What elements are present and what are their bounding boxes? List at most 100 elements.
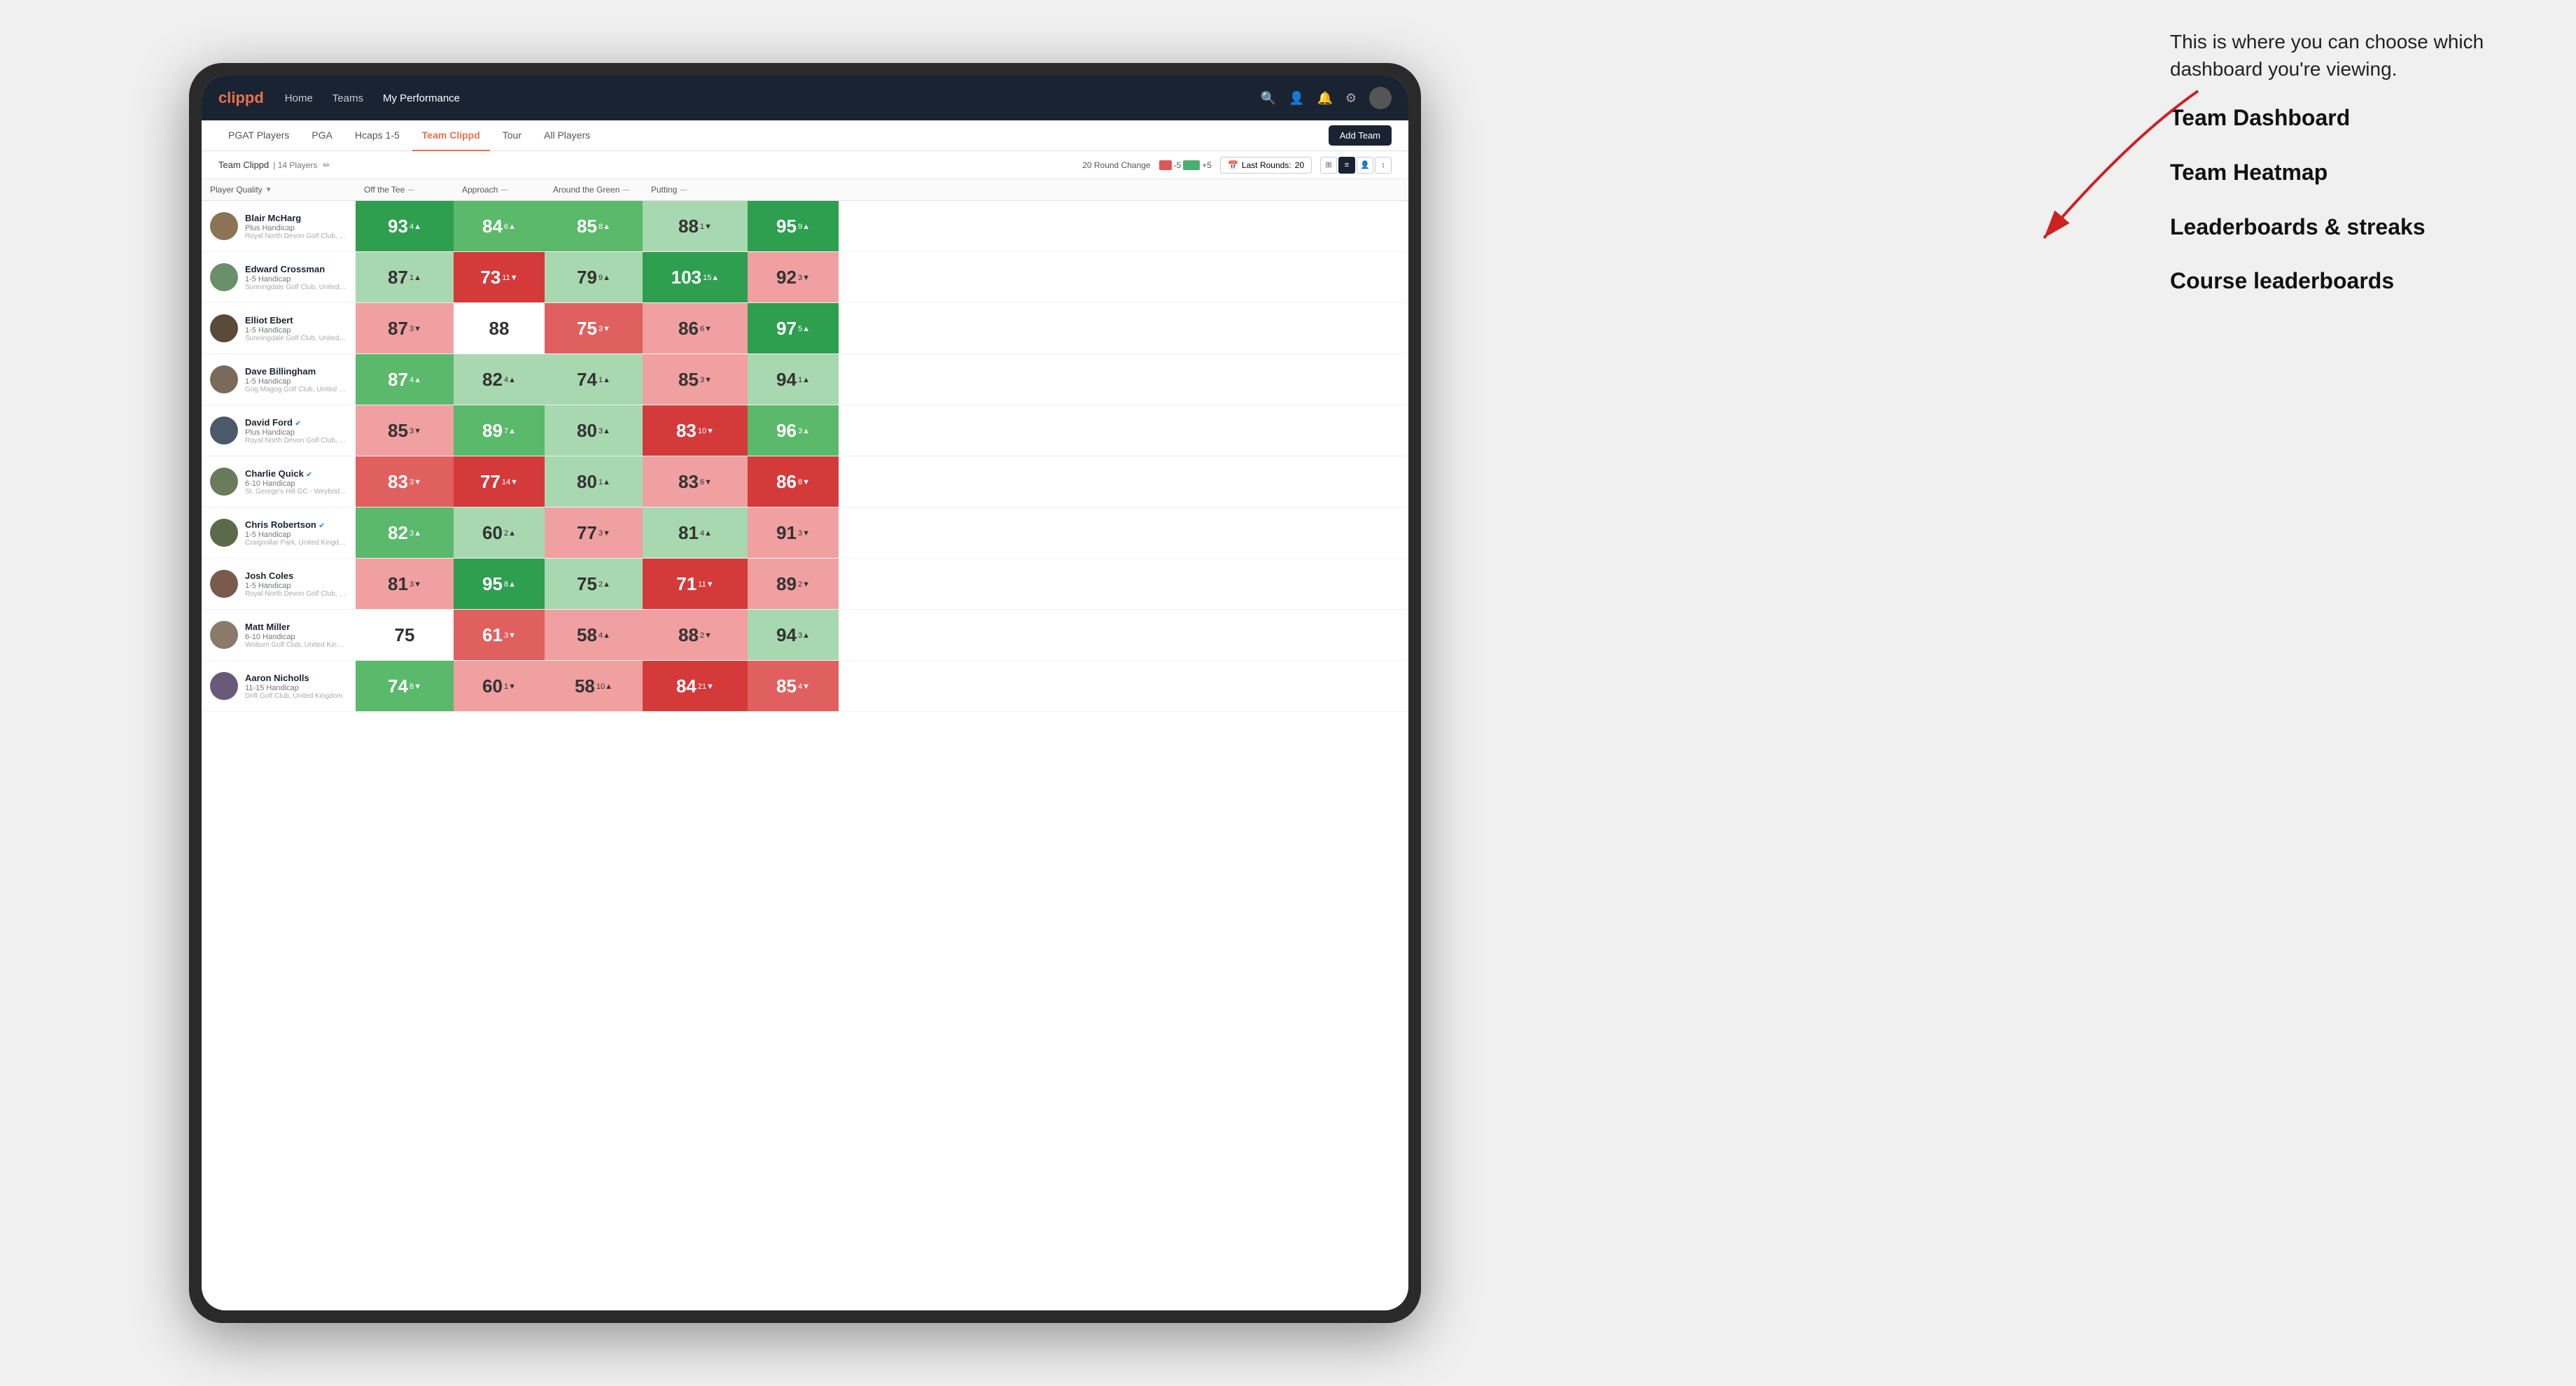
view-grid-icon[interactable]: ⊞ xyxy=(1320,157,1337,174)
col-header-player[interactable]: Player Quality ▼ xyxy=(202,179,356,200)
score-change: 2▲ xyxy=(504,530,516,538)
col-header-around[interactable]: Around the Green — xyxy=(545,179,643,200)
score-number: 95 xyxy=(482,573,503,595)
score-number: 60 xyxy=(482,522,503,544)
col-putting-arrow: — xyxy=(680,186,687,194)
tab-team-clippd[interactable]: Team Clippd xyxy=(412,120,490,151)
score-change: 4▲ xyxy=(410,377,421,384)
score-change: 10▼ xyxy=(698,428,714,435)
avatar xyxy=(210,672,238,700)
score-change: 4▲ xyxy=(410,223,421,231)
player-name: Josh Coles xyxy=(245,570,347,581)
score-change: 6▼ xyxy=(700,479,712,486)
player-info[interactable]: Charlie Quick ✔6-10 HandicapSt. George's… xyxy=(202,456,356,507)
player-name: Blair McHarg xyxy=(245,213,347,223)
avatar[interactable] xyxy=(1369,87,1392,109)
edit-icon[interactable]: ✏ xyxy=(323,160,330,170)
tab-right: Add Team xyxy=(1329,125,1392,146)
score-cell: 7111▼ xyxy=(643,559,748,609)
profile-icon[interactable]: 👤 xyxy=(1289,91,1304,106)
score-number: 103 xyxy=(671,267,701,288)
col-around-arrow: — xyxy=(622,186,629,194)
score-inner: 833▼ xyxy=(356,456,454,507)
change-val: 3▲ xyxy=(598,428,610,435)
player-handicap: 1-5 Handicap xyxy=(245,582,347,590)
change-val: 9▲ xyxy=(598,274,610,282)
nav-link-myperformance[interactable]: My Performance xyxy=(383,92,460,104)
change-val: 8▼ xyxy=(410,683,421,691)
score-change: 8▲ xyxy=(504,581,516,589)
change-val: 4▲ xyxy=(410,377,421,384)
col-header-tee[interactable]: Off the Tee — xyxy=(356,179,454,200)
player-handicap: Plus Handicap xyxy=(245,224,347,232)
score-inner: 773▼ xyxy=(545,507,643,558)
score-cell: 958▲ xyxy=(454,559,545,609)
tab-pga[interactable]: PGA xyxy=(302,120,342,151)
nav-link-teams[interactable]: Teams xyxy=(332,92,363,104)
view-sort-icon[interactable]: ↕ xyxy=(1375,157,1392,174)
change-val: 2▼ xyxy=(798,581,810,589)
col-putting-label: Putting xyxy=(651,185,677,195)
score-cell: 868▼ xyxy=(748,456,839,507)
score-inner: 892▼ xyxy=(748,559,839,609)
table-row: Edward Crossman1-5 HandicapSunningdale G… xyxy=(202,252,1408,303)
add-team-button[interactable]: Add Team xyxy=(1329,125,1392,146)
score-cell: 853▼ xyxy=(643,354,748,405)
change-val: 21▼ xyxy=(698,683,714,691)
score-cell: 882▼ xyxy=(643,610,748,660)
score-cell: 975▲ xyxy=(748,303,839,354)
last-rounds-button[interactable]: 📅 Last Rounds: 20 xyxy=(1220,157,1312,174)
score-number: 77 xyxy=(577,522,597,544)
score-number: 84 xyxy=(676,676,696,697)
player-club: Woburn Golf Club, United Kingdom xyxy=(245,641,347,649)
player-info[interactable]: Aaron Nicholls11-15 HandicapDrift Golf C… xyxy=(202,661,356,711)
player-club: Craigmillar Park, United Kingdom xyxy=(245,539,347,547)
score-number: 83 xyxy=(388,471,408,493)
tab-tour[interactable]: Tour xyxy=(493,120,531,151)
player-handicap: 6-10 Handicap xyxy=(245,479,347,488)
score-cell: 741▲ xyxy=(545,354,643,405)
settings-icon[interactable]: ⚙ xyxy=(1345,91,1357,106)
tab-all-players[interactable]: All Players xyxy=(534,120,600,151)
score-change: 2▲ xyxy=(598,581,610,589)
score-number: 79 xyxy=(577,267,597,288)
score-cell: 799▲ xyxy=(545,252,643,302)
player-info[interactable]: Josh Coles1-5 HandicapRoyal North Devon … xyxy=(202,559,356,609)
player-info[interactable]: Blair McHargPlus HandicapRoyal North Dev… xyxy=(202,201,356,251)
player-info[interactable]: Edward Crossman1-5 HandicapSunningdale G… xyxy=(202,252,356,302)
player-handicap: 1-5 Handicap xyxy=(245,377,347,386)
score-number: 77 xyxy=(480,471,500,493)
score-inner: 8310▼ xyxy=(643,405,748,456)
score-cell: 833▼ xyxy=(356,456,454,507)
tab-pgat-players[interactable]: PGAT Players xyxy=(218,120,299,151)
bell-icon[interactable]: 🔔 xyxy=(1317,91,1332,106)
tab-hcaps[interactable]: Hcaps 1-5 xyxy=(345,120,410,151)
search-icon[interactable]: 🔍 xyxy=(1261,91,1276,106)
score-number: 83 xyxy=(676,420,696,442)
player-info[interactable]: David Ford ✔Plus HandicapRoyal North Dev… xyxy=(202,405,356,456)
score-change: 1▲ xyxy=(410,274,421,282)
player-info[interactable]: Dave Billingham1-5 HandicapGog Magog Gol… xyxy=(202,354,356,405)
nav-link-home[interactable]: Home xyxy=(285,92,313,104)
player-name: Aaron Nicholls xyxy=(245,673,343,683)
score-cell: 7311▼ xyxy=(454,252,545,302)
col-header-approach[interactable]: Approach — xyxy=(454,179,545,200)
score-inner: 873▼ xyxy=(356,303,454,354)
nav-links: Home Teams My Performance xyxy=(285,92,1261,104)
score-inner: 801▲ xyxy=(545,456,643,507)
player-info[interactable]: Elliot Ebert1-5 HandicapSunningdale Golf… xyxy=(202,303,356,354)
player-name: Charlie Quick ✔ xyxy=(245,468,347,479)
score-change: 11▼ xyxy=(698,581,713,589)
change-val: 3▼ xyxy=(410,326,421,333)
score-cell: 752▲ xyxy=(545,559,643,609)
change-val: 1▼ xyxy=(700,223,712,231)
score-inner: 943▲ xyxy=(748,610,839,660)
tablet-frame: clippd Home Teams My Performance 🔍 👤 🔔 ⚙… xyxy=(189,63,1421,1323)
player-info[interactable]: Matt Miller6-10 HandicapWoburn Golf Club… xyxy=(202,610,356,660)
player-info[interactable]: Chris Robertson ✔1-5 HandicapCraigmillar… xyxy=(202,507,356,558)
view-person-icon[interactable]: 👤 xyxy=(1357,157,1373,174)
view-table-icon[interactable]: ≡ xyxy=(1338,157,1355,174)
score-number: 71 xyxy=(676,573,696,595)
score-cell: 773▼ xyxy=(545,507,643,558)
col-header-putting[interactable]: Putting — xyxy=(643,179,748,200)
